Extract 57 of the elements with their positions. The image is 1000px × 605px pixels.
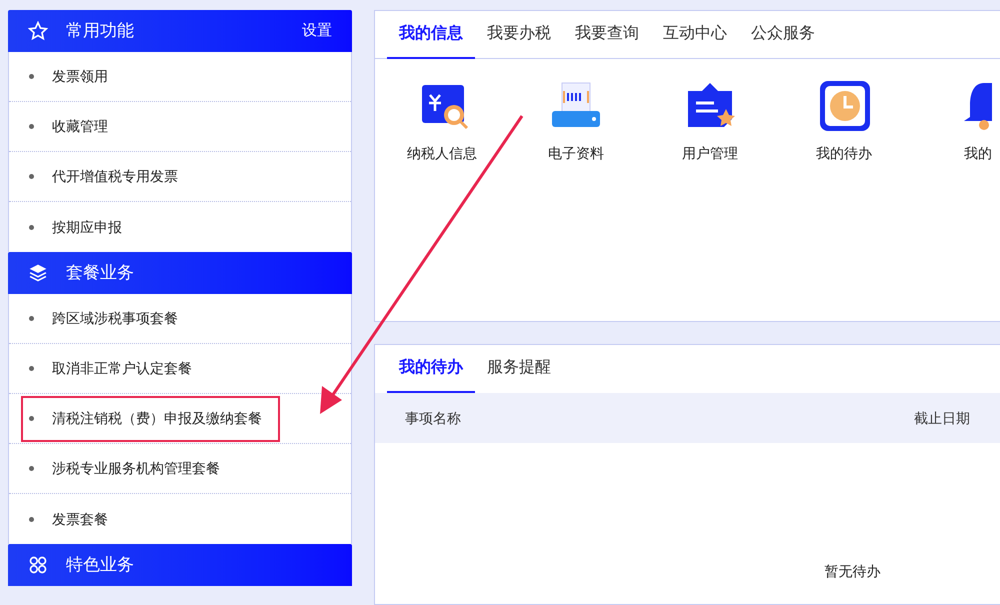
tab[interactable]: 公众服务 [739,11,827,59]
bullet-icon [29,416,34,421]
grid-icon [28,555,48,575]
section-title: 常用功能 [66,20,135,42]
menu-item[interactable]: 清税注销税（费）申报及缴纳套餐 [21,396,280,442]
bullet-icon [29,516,34,522]
layers-icon [28,263,48,283]
column-header: 截止日期 [914,408,970,428]
bullet-icon [29,74,34,79]
bullet-icon [29,174,34,179]
menu-item-label: 取消非正常户认定套餐 [52,359,192,378]
menu-item[interactable]: 发票套餐 [21,496,126,542]
shortcut-tile[interactable]: 我的待办 [777,81,911,164]
bullet-icon [29,224,34,230]
menu-item[interactable]: 跨区域涉税事项套餐 [21,296,196,342]
section-header[interactable]: 特色业务 [8,544,352,586]
shortcut-label: 我的待办 [816,144,872,163]
column-header: 事项名称 [405,408,461,428]
tab[interactable]: 我要办税 [475,11,563,59]
menu-item-label: 涉税专业服务机构管理套餐 [52,459,220,478]
shortcut-tile[interactable]: 电子资料 [509,81,643,164]
tab[interactable]: 互动中心 [651,11,739,59]
menu-item-label: 发票领用 [52,67,108,86]
shortcut-label: 电子资料 [548,144,604,163]
empty-message: 暂无待办 [824,562,880,581]
bullet-icon [29,466,34,471]
menu-item-label: 代开增值税专用发票 [52,167,178,186]
menu-item[interactable]: 发票领用 [21,54,126,100]
menu-item[interactable]: 代开增值税专用发票 [21,154,196,200]
star-icon [28,21,48,41]
tab[interactable]: 我要查询 [563,11,651,59]
section-title: 套餐业务 [66,262,135,284]
bell-icon [964,81,992,131]
shortcut-tile[interactable]: 用户管理 [643,81,777,164]
bullet-icon [29,316,34,321]
tab[interactable]: 服务提醒 [475,345,563,393]
shortcut-label: 我的 [964,144,992,163]
menu-item[interactable]: 取消非正常户认定套餐 [21,346,210,392]
section-title: 特色业务 [66,554,135,576]
bullet-icon [29,366,34,371]
shortcut-tile[interactable]: 纳税人信息 [375,81,509,164]
menu-item[interactable]: 收藏管理 [21,104,126,150]
shortcut-tile[interactable]: 我的 [911,81,1000,164]
menu-item-label: 按期应申报 [52,218,122,236]
bullet-icon [29,124,34,129]
menu-item-label: 跨区域涉税事项套餐 [52,309,178,328]
section-header[interactable]: 常用功能 设置 [8,10,352,52]
section-header[interactable]: 套餐业务 [8,252,352,294]
tab[interactable]: 我的信息 [387,11,475,59]
settings-link[interactable]: 设置 [302,20,332,42]
menu-item[interactable]: 涉税专业服务机构管理套餐 [21,446,238,492]
menu-item-label: 清税注销税（费）申报及缴纳套餐 [52,409,262,428]
menu-item-label: 收藏管理 [52,117,108,136]
menu-item-label: 发票套餐 [52,510,108,528]
menu-item[interactable]: 按期应申报 [21,204,140,250]
shortcut-label: 纳税人信息 [407,144,477,163]
shortcut-label: 用户管理 [682,144,738,163]
